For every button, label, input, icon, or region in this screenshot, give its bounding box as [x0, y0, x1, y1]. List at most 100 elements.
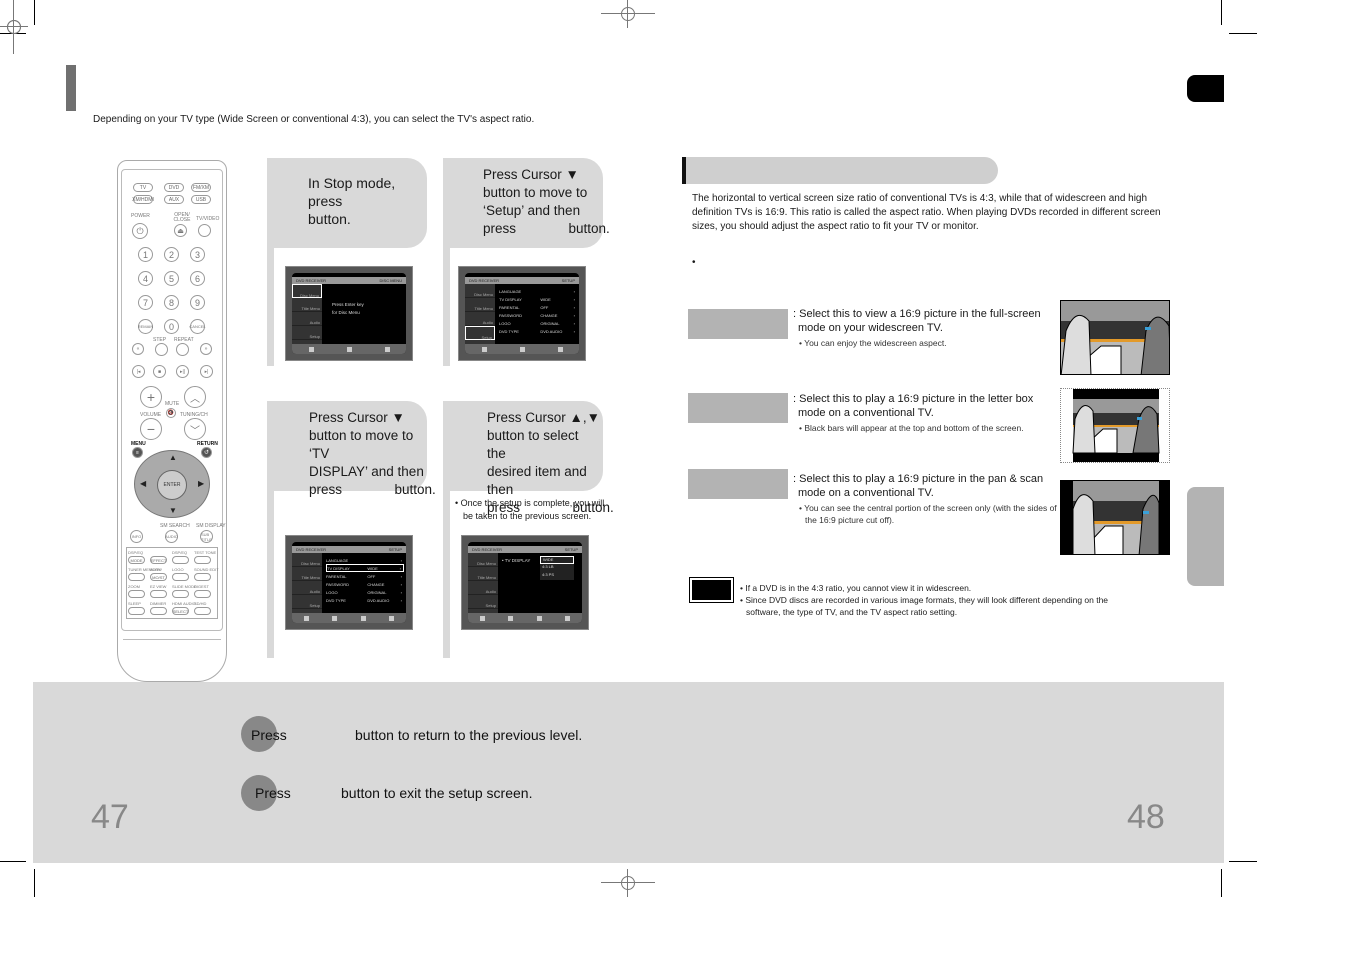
osd-row-key: DVD TYPE: [326, 597, 346, 603]
return-instruction: button to return to the previous level.: [355, 727, 583, 743]
crop-mark: [34, 0, 35, 25]
step-4-stem: [443, 491, 450, 658]
step-2-stem: [443, 248, 450, 366]
note-icon: [689, 577, 734, 603]
registration-mark: [0, 0, 28, 108]
channel-down-icon: ﹀: [184, 418, 206, 440]
key-4: 4: [138, 271, 153, 286]
sm-search-label: SM SEARCH: [160, 523, 190, 529]
intro-text: Depending on your TV type (Wide Screen o…: [93, 114, 535, 125]
rewind-icon: «: [132, 343, 144, 355]
osd-header-title: SETUP: [561, 278, 575, 283]
osd-setup-row: DVD TYPE DVD AUDIO ›: [326, 596, 404, 604]
osd-setup-row: LANGUAGE ›: [326, 556, 404, 564]
osd-option: 4:3 PS: [542, 572, 555, 577]
key-8: 8: [164, 295, 179, 310]
tv-button: TV: [133, 183, 153, 192]
remote-function-key: EFFECT: [150, 556, 167, 564]
step-1-line: button.: [308, 211, 351, 227]
osd-row-key: PARENTAL: [499, 304, 520, 310]
osd-row-key: PARENTAL: [326, 573, 347, 579]
osd-row-arrow-icon: ›: [573, 304, 575, 310]
crop-mark: [34, 869, 35, 897]
osd-side-item: Disc Menu: [465, 284, 495, 298]
osd-screen-tv-display-options: DVD RECEIVER SETUP Disc Menu Title Menu A…: [461, 535, 589, 630]
section-tab: [1187, 487, 1224, 586]
osd-row-key: TV DISPLAY: [327, 565, 350, 571]
option-desc-panscan: : Select this to play a 16:9 picture in …: [793, 472, 1058, 526]
osd-header-left: DVD RECEIVER: [469, 278, 500, 283]
press-label: Press: [251, 727, 287, 743]
osd-row-key: LOGO: [326, 589, 338, 595]
title-accent-bar: [66, 65, 76, 111]
enter-button: ENTER: [157, 470, 187, 500]
note-item: • If a DVD is in the 4:3 ratio, you cann…: [740, 583, 972, 593]
registration-mark: [601, 0, 655, 28]
step-3-line: Press Cursor ▼: [309, 410, 405, 425]
step-2-line: button to move to: [483, 185, 588, 200]
osd-setup-row: LOGO ORIGINAL ›: [499, 319, 577, 327]
key-1: 1: [138, 247, 153, 262]
exit-instruction: button to exit the setup screen.: [341, 785, 533, 801]
osd-setup-row: PARENTAL OFF ›: [499, 303, 577, 311]
osd-side-item: Audio: [292, 581, 322, 595]
step-2-line: press button.: [483, 221, 610, 236]
remote-key-label: SLIDE MODE: [172, 584, 197, 589]
key-5: 5: [164, 271, 179, 286]
key-7: 7: [138, 295, 153, 310]
tv-video-label: TV/VIDEO: [196, 216, 220, 222]
osd-side-item: Audio: [465, 312, 495, 326]
remote-function-key: [172, 573, 189, 581]
osd-row-value: ORIGINAL: [367, 589, 387, 595]
osd-row-key: LANGUAGE: [499, 288, 522, 294]
channel-up-icon: ︿: [184, 386, 206, 408]
step-4-box: Press Cursor ▲,▼ button to select the de…: [443, 401, 614, 515]
osd-header-left: DVD RECEIVER: [472, 547, 503, 552]
remote-key-label: EZ VIEW: [150, 584, 167, 589]
menu-icon: ≡: [132, 447, 143, 458]
step-1-line: In Stop mode,: [308, 175, 396, 191]
osd-screen-setup: DVD RECEIVER SETUP Disc Menu Title Menu A…: [458, 266, 586, 361]
remote-key-label: SD/HD: [194, 601, 207, 606]
osd-row-arrow-icon: ›: [400, 581, 402, 587]
navigation-pad: ▲ ▼ ◀ ▶ ENTER: [134, 450, 210, 518]
remote-function-key: [194, 607, 211, 615]
scene-illustration: [1072, 481, 1160, 554]
osd-row-arrow-icon: ›: [400, 597, 402, 603]
osd-row-key: PASSWORD: [326, 581, 350, 587]
osd-side-item: Title Menu: [468, 567, 498, 581]
osd-row-key: DVD TYPE: [499, 328, 519, 334]
crop-mark: [0, 861, 26, 862]
osd-row-key: PASSWORD: [499, 312, 523, 318]
repeat-button: [176, 343, 189, 356]
key-3: 3: [190, 247, 205, 262]
osd-row-arrow-icon: ›: [573, 312, 575, 318]
prev-icon: |◂: [132, 365, 145, 378]
osd-setup-row: LANGUAGE ›: [499, 287, 577, 295]
osd-row-value: DVD AUDIO: [367, 597, 390, 603]
osd-setup-row: LOGO ORIGINAL ›: [326, 588, 404, 596]
osd-side-item: Disc Menu: [292, 553, 322, 567]
osd-row-value: ORIGINAL: [540, 320, 560, 326]
crop-mark: [1221, 0, 1222, 25]
step-4-line: button to select the: [487, 428, 579, 461]
osd-side-item: Setup: [468, 595, 498, 609]
osd-tv-display-label: • TV DISPLAY: [502, 558, 531, 563]
stop-icon: ■: [153, 365, 166, 378]
osd-side-item: Audio: [468, 581, 498, 595]
option-main-text: : Select this to play a 16:9 picture in …: [793, 393, 1034, 419]
next-icon: ▸|: [200, 365, 213, 378]
osd-side-item: Title Menu: [465, 298, 495, 312]
fm-xm-button: FM/XM: [191, 183, 211, 192]
remote-key-label: SOUND EDIT: [194, 567, 219, 572]
open-close-label: OPEN/ CLOSE: [173, 212, 191, 223]
osd-message: Press Enter key: [332, 302, 364, 307]
remote-control: TV DVD FM/XM XM/HDMI AUX USB POWER OPEN/…: [117, 160, 227, 682]
remote-key-label: DSP/EQ: [172, 550, 188, 555]
aux-button: AUX: [164, 195, 184, 204]
step-4-line: Press Cursor ▲,▼: [487, 410, 600, 425]
osd-setup-row: PASSWORD CHANGE ›: [326, 580, 404, 588]
power-label: POWER: [131, 213, 150, 219]
return-icon: ↺: [201, 447, 212, 458]
option-main-text: : Select this to view a 16:9 picture in …: [793, 308, 1041, 334]
